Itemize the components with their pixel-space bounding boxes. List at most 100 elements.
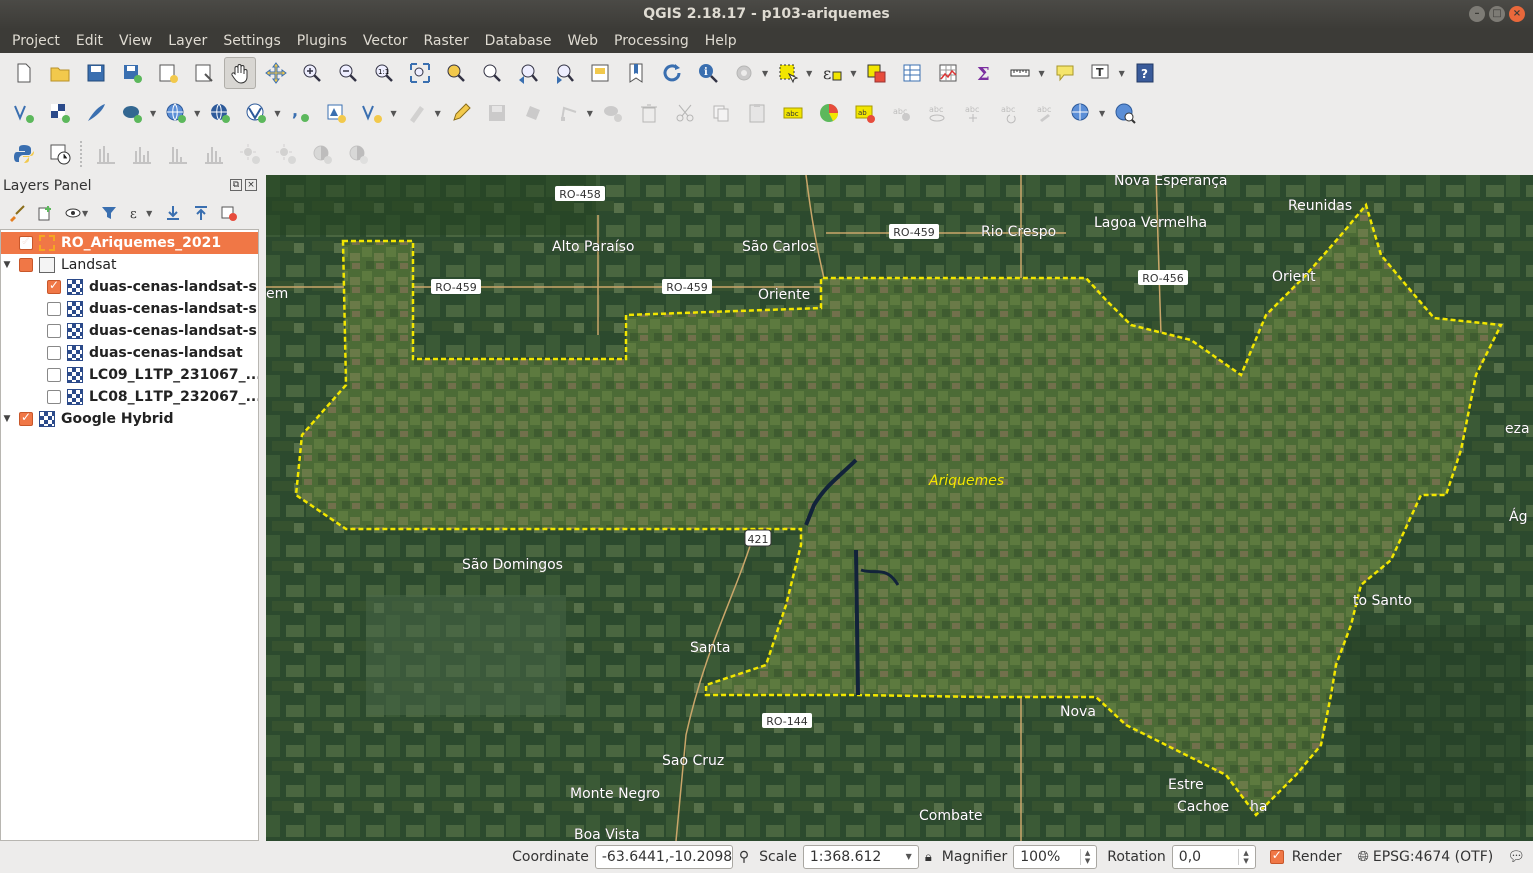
raster-histogram-button[interactable]	[90, 138, 122, 170]
save-edits-button[interactable]	[481, 97, 513, 129]
expand-all-button[interactable]	[162, 202, 184, 224]
full-histogram-button[interactable]	[162, 138, 194, 170]
composer-manager-button[interactable]	[188, 57, 220, 89]
pan-map-button[interactable]	[224, 57, 256, 89]
menu-processing[interactable]: Processing	[606, 29, 697, 53]
maximize-button[interactable]: □	[1489, 6, 1505, 22]
deselect-all-button[interactable]	[860, 57, 892, 89]
add-delimited-text-button[interactable]: ,	[284, 97, 316, 129]
add-group-button[interactable]	[34, 202, 56, 224]
rotate-label-button[interactable]: abc	[993, 97, 1025, 129]
layer-visibility-checkbox[interactable]	[47, 324, 61, 338]
zoom-full-button[interactable]	[404, 57, 436, 89]
label-toolbar-button[interactable]: abc	[777, 97, 809, 129]
add-wms-layer-button[interactable]	[160, 97, 192, 129]
menu-database[interactable]: Database	[477, 29, 560, 53]
local-histogram-button[interactable]	[126, 138, 158, 170]
move-feature-button[interactable]	[597, 97, 629, 129]
zoom-to-layer-button[interactable]	[476, 57, 508, 89]
new-layer-button[interactable]	[356, 97, 388, 129]
menu-help[interactable]: Help	[697, 29, 745, 53]
copy-features-button[interactable]	[705, 97, 737, 129]
change-label-button[interactable]: abc	[1029, 97, 1061, 129]
open-attribute-table-button[interactable]	[896, 57, 928, 89]
messages-icon[interactable]: 💬︎	[1507, 849, 1525, 865]
layer-row-landsat-4[interactable]: duas-cenas-landsat	[1, 342, 258, 364]
show-hide-labels-button[interactable]: abc	[921, 97, 953, 129]
metasearch-button[interactable]	[1065, 97, 1097, 129]
menu-settings[interactable]: Settings	[215, 29, 288, 53]
toggle-editing-button[interactable]	[445, 97, 477, 129]
expression-dropdown-icon[interactable]: ▼	[850, 69, 856, 78]
layer-row-lc09[interactable]: LC09_L1TP_231067_...	[1, 364, 258, 386]
current-edits-button[interactable]	[401, 97, 433, 129]
layer-row-landsat-3[interactable]: duas-cenas-landsat-s...	[1, 320, 258, 342]
float-panel-button[interactable]: ⧉	[230, 179, 242, 191]
decrease-contrast-button[interactable]	[342, 138, 374, 170]
text-annotation-button[interactable]: T	[1085, 57, 1117, 89]
render-checkbox[interactable]	[1269, 848, 1284, 864]
menu-view[interactable]: View	[111, 29, 160, 53]
select-by-expression-button[interactable]: ε	[816, 57, 848, 89]
annotation-dropdown-icon[interactable]: ▼	[1119, 69, 1125, 78]
menu-edit[interactable]: Edit	[68, 29, 111, 53]
wcs-dropdown-icon[interactable]: ▼	[274, 109, 280, 118]
add-spatialite-layer-button[interactable]	[80, 97, 112, 129]
measure-line-button[interactable]	[1004, 57, 1036, 89]
layer-visibility-checkbox[interactable]	[19, 410, 33, 426]
lock-icon[interactable]: 🔒︎	[925, 850, 932, 865]
close-button[interactable]: ×	[1509, 6, 1525, 22]
crs-status-button[interactable]: EPSG:4674 (OTF)	[1373, 849, 1493, 865]
increase-contrast-button[interactable]	[306, 138, 338, 170]
collapse-arrow-icon[interactable]: ▼	[1, 414, 13, 424]
add-wfs-layer-button[interactable]	[204, 97, 236, 129]
menu-project[interactable]: Project	[4, 29, 68, 53]
zoom-out-button[interactable]	[332, 57, 364, 89]
new-layer-dropdown-icon[interactable]: ▼	[390, 109, 396, 118]
magnifier-spinbox[interactable]: 100% ▲ ▼	[1013, 845, 1098, 869]
menu-vector[interactable]: Vector	[355, 29, 416, 53]
new-project-button[interactable]	[8, 57, 40, 89]
layer-visibility-checkbox[interactable]	[47, 390, 61, 404]
field-calculator-button[interactable]	[932, 57, 964, 89]
metasearch-dropdown-icon[interactable]: ▼	[1099, 109, 1105, 118]
visibility-dropdown-icon[interactable]: ▼	[82, 209, 88, 218]
layer-visibility-checkbox[interactable]	[47, 346, 61, 360]
collapse-arrow-icon[interactable]: ▼	[1, 260, 13, 270]
new-print-composer-button[interactable]	[152, 57, 184, 89]
zoom-in-button[interactable]	[296, 57, 328, 89]
new-shapefile-button[interactable]	[320, 97, 352, 129]
node-tool-button[interactable]	[553, 97, 585, 129]
layer-row-lc08[interactable]: LC08_L1TP_232067_...	[1, 386, 258, 408]
remove-layer-button[interactable]	[218, 202, 240, 224]
open-project-button[interactable]	[44, 57, 76, 89]
layer-row-ro-ariquemes[interactable]: ✓ RO_Ariquemes_2021	[1, 232, 258, 254]
zoom-last-button[interactable]	[512, 57, 544, 89]
zoom-native-button[interactable]: 1:1	[368, 57, 400, 89]
group-visibility-checkbox[interactable]	[19, 258, 33, 272]
expression-filter-dropdown-icon[interactable]: ▼	[146, 209, 152, 218]
crs-globe-icon[interactable]: 🌐︎	[1358, 849, 1369, 865]
bookmarks-button[interactable]	[620, 57, 652, 89]
statistical-summary-button[interactable]: Σ	[968, 57, 1000, 89]
help-button[interactable]: ?	[1129, 57, 1161, 89]
select-features-button[interactable]	[772, 57, 804, 89]
add-vector-layer-button[interactable]	[8, 97, 40, 129]
cut-features-button[interactable]	[669, 97, 701, 129]
menu-web[interactable]: Web	[559, 29, 606, 53]
database-dropdown-icon[interactable]: ▼	[150, 109, 156, 118]
layer-row-landsat-2[interactable]: duas-cenas-landsat-s...	[1, 298, 258, 320]
layer-visibility-checkbox[interactable]	[47, 302, 61, 316]
identify-button[interactable]: i	[692, 57, 724, 89]
web-search-button[interactable]	[1109, 97, 1141, 129]
highlight-pinned-labels-button[interactable]: abc	[885, 97, 917, 129]
time-manager-button[interactable]	[44, 138, 76, 170]
decrease-brightness-button[interactable]	[270, 138, 302, 170]
measure-dropdown-icon[interactable]: ▼	[1038, 69, 1044, 78]
add-raster-layer-button[interactable]	[44, 97, 76, 129]
pin-labels-button[interactable]: ab	[849, 97, 881, 129]
save-as-button[interactable]	[116, 57, 148, 89]
zoom-to-selection-button[interactable]	[440, 57, 472, 89]
scale-combobox[interactable]: 1:368.612 ▼	[802, 845, 919, 869]
map-canvas[interactable]: RO-458 RO-459 RO-459 RO-459 RO-456 421 R…	[266, 175, 1533, 841]
